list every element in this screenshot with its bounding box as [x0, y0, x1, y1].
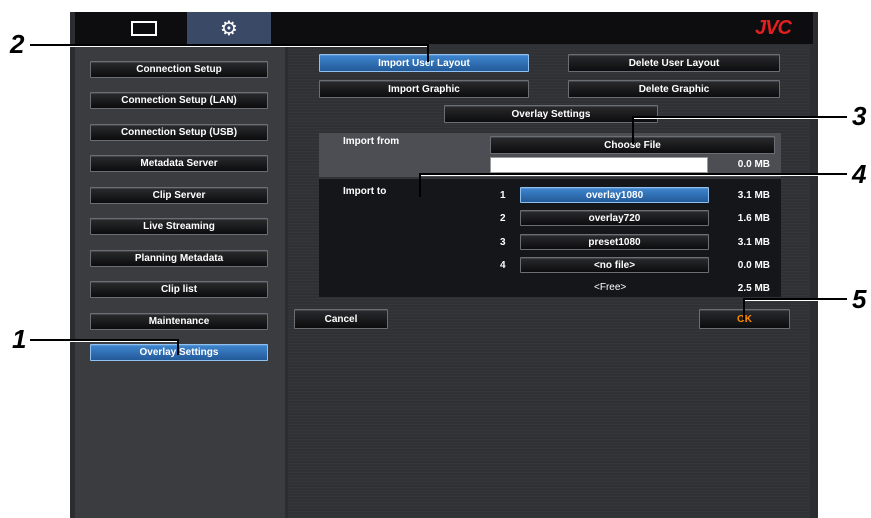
free-size: 2.5 MB: [737, 283, 770, 294]
callout-leader-line: [30, 341, 178, 342]
delete-graphic-button[interactable]: Delete Graphic: [568, 80, 780, 98]
sidebar-item-live-streaming[interactable]: Live Streaming: [90, 218, 268, 235]
tab-settings[interactable]: ⚙: [187, 12, 271, 44]
callout-number: 2: [10, 29, 25, 59]
slot-number: 4: [500, 260, 506, 271]
callout-leader-line: [30, 46, 428, 47]
cancel-button[interactable]: Cancel: [294, 309, 388, 329]
sidebar-item-maintenance[interactable]: Maintenance: [90, 313, 268, 330]
overlay-settings-button[interactable]: Overlay Settings: [444, 105, 658, 123]
file-path-field[interactable]: [490, 157, 708, 173]
slot-1-button[interactable]: overlay1080: [520, 187, 709, 203]
callout-leader-line: [177, 339, 179, 355]
gear-icon: ⚙: [220, 16, 238, 40]
callout-number: 5: [852, 284, 867, 314]
import-from-label: Import from: [343, 136, 400, 147]
callout-number: 4: [852, 159, 867, 189]
jvc-logo: JVC: [755, 17, 792, 39]
slot-size: 0.0 MB: [737, 260, 770, 271]
slot-4-button[interactable]: <no file>: [520, 257, 709, 273]
sidebar-item-clip-server[interactable]: Clip Server: [90, 187, 268, 204]
slot-2-button[interactable]: overlay720: [520, 210, 709, 226]
sidebar-item-metadata-server[interactable]: Metadata Server: [90, 155, 268, 172]
callout-leader-line: [427, 44, 429, 62]
tab-monitor[interactable]: [103, 12, 185, 44]
callout-leader-line: [633, 118, 847, 119]
callout-leader-line: [632, 116, 634, 144]
slot-3-button[interactable]: preset1080: [520, 234, 709, 250]
top-bar: ⚙ JVC: [75, 12, 813, 44]
slot-size: 3.1 MB: [737, 237, 770, 248]
callout-leader-line: [420, 175, 847, 176]
import-from-size: 0.0 MB: [737, 159, 770, 170]
slot-size: 3.1 MB: [737, 190, 770, 201]
import-to-label: Import to: [343, 186, 387, 197]
delete-user-layout-button[interactable]: Delete User Layout: [568, 54, 780, 72]
slot-number: 3: [500, 237, 506, 248]
import-graphic-button[interactable]: Import Graphic: [319, 80, 529, 98]
callout-number: 1: [12, 324, 27, 354]
sidebar-item-planning-metadata[interactable]: Planning Metadata: [90, 250, 268, 267]
callout-leader-line: [744, 300, 847, 301]
sidebar-item-connection-setup[interactable]: Connection Setup: [90, 61, 268, 78]
slot-number: 2: [500, 213, 506, 224]
slot-number: 1: [500, 190, 506, 201]
callout-leader-line: [419, 173, 421, 197]
slot-size: 1.6 MB: [737, 213, 770, 224]
free-label: <Free>: [594, 282, 627, 293]
sidebar: Connection Setup Connection Setup (LAN) …: [75, 44, 285, 518]
sidebar-item-clip-list[interactable]: Clip list: [90, 281, 268, 298]
sidebar-item-connection-setup-usb[interactable]: Connection Setup (USB): [90, 124, 268, 141]
sidebar-item-overlay-settings[interactable]: Overlay Settings: [90, 344, 268, 361]
import-user-layout-button[interactable]: Import User Layout: [319, 54, 529, 72]
sidebar-item-connection-setup-lan[interactable]: Connection Setup (LAN): [90, 92, 268, 109]
callout-leader-line: [743, 298, 745, 320]
monitor-icon: [131, 20, 157, 36]
callout-number: 3: [852, 101, 867, 131]
